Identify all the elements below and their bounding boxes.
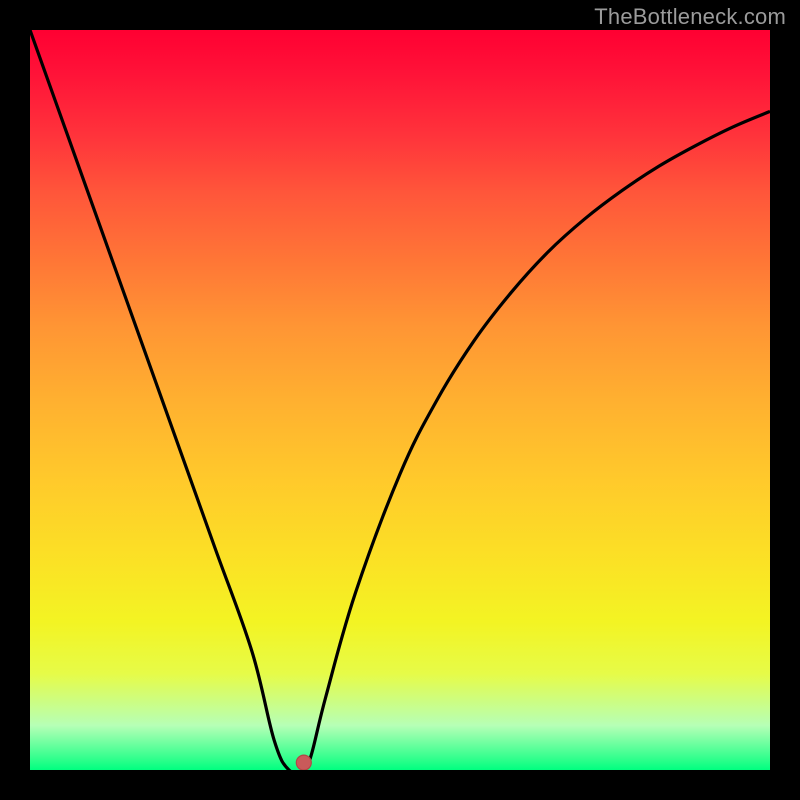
optimum-marker	[296, 755, 311, 770]
curve-svg	[30, 30, 770, 770]
plot-area	[30, 30, 770, 770]
chart-container: TheBottleneck.com	[0, 0, 800, 800]
watermark-text: TheBottleneck.com	[594, 4, 786, 30]
bottleneck-curve	[30, 30, 770, 770]
